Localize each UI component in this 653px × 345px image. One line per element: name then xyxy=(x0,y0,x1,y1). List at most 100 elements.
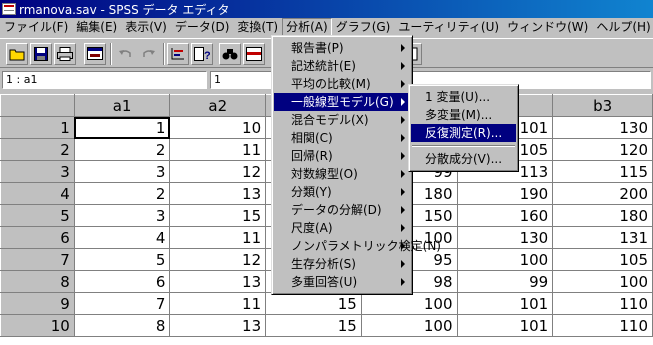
undo-icon[interactable] xyxy=(114,43,136,65)
menu-item-data-reduction[interactable]: データの分解(D) xyxy=(274,201,410,219)
submenu-arrow-icon xyxy=(401,62,405,70)
dialog-recall-icon[interactable] xyxy=(84,43,106,65)
find-binoculars-icon[interactable] xyxy=(219,43,241,65)
grid-cell[interactable]: 3 xyxy=(73,160,171,183)
goto-case-icon[interactable] xyxy=(167,43,189,65)
menu-help[interactable]: ヘルプ(H) xyxy=(592,18,653,37)
save-disk-icon[interactable] xyxy=(30,43,52,65)
menu-data[interactable]: データ(D) xyxy=(171,18,234,37)
grid-cell[interactable]: 130 xyxy=(456,226,554,249)
grid-cell[interactable]: 13 xyxy=(169,270,267,293)
grid-cell[interactable]: 200 xyxy=(552,182,653,205)
print-icon[interactable] xyxy=(54,43,76,65)
grid-cell[interactable]: 11 xyxy=(169,138,267,161)
grid-cell[interactable]: 15 xyxy=(169,204,267,227)
grid-cell[interactable]: 110 xyxy=(552,292,653,315)
grid-cell[interactable]: 100 xyxy=(456,248,554,271)
row-header[interactable]: 9 xyxy=(0,292,75,315)
row-header[interactable]: 7 xyxy=(0,248,75,271)
grid-cell[interactable]: 4 xyxy=(73,226,171,249)
grid-cell[interactable]: 160 xyxy=(456,204,554,227)
open-folder-icon[interactable] xyxy=(6,43,28,65)
menu-item-loglinear[interactable]: 対数線型(O) xyxy=(274,165,410,183)
variables-info-icon[interactable]: ? xyxy=(191,43,213,65)
grid-cell[interactable]: 115 xyxy=(552,160,653,183)
grid-cell[interactable]: 13 xyxy=(169,182,267,205)
grid-cell[interactable]: 100 xyxy=(552,270,653,293)
menu-item-descriptive-statistics[interactable]: 記述統計(E) xyxy=(274,57,410,75)
grid-cell[interactable]: 6 xyxy=(73,270,171,293)
menu-item-multiple-response[interactable]: 多重回答(U) xyxy=(274,273,410,291)
grid-cell[interactable]: 100 xyxy=(360,292,458,315)
menu-item-correlate[interactable]: 相関(C) xyxy=(274,129,410,147)
grid-cell[interactable]: 3 xyxy=(73,204,171,227)
menu-item-scale[interactable]: 尺度(A) xyxy=(274,219,410,237)
grid-cell[interactable]: 11 xyxy=(169,226,267,249)
grid-cell[interactable]: 120 xyxy=(552,138,653,161)
title-bar[interactable]: rmanova.sav - SPSS データ エディタ xyxy=(0,0,653,18)
submenu-arrow-icon xyxy=(401,134,405,142)
grid-cell[interactable]: 190 xyxy=(456,182,554,205)
menu-edit[interactable]: 編集(E) xyxy=(72,18,121,37)
repeated-measures-item[interactable]: 反復測定(R)... xyxy=(411,124,516,142)
grid-cell[interactable]: 101 xyxy=(456,292,554,315)
row-header[interactable]: 1 xyxy=(0,116,75,139)
menu-item-classify[interactable]: 分類(Y) xyxy=(274,183,410,201)
grid-cell[interactable]: 110 xyxy=(552,314,653,337)
submenu-arrow-icon xyxy=(401,170,405,178)
grid-cell[interactable]: 99 xyxy=(456,270,554,293)
grid-cell[interactable]: 12 xyxy=(169,160,267,183)
grid-cell[interactable]: 130 xyxy=(552,116,653,139)
row-header[interactable]: 8 xyxy=(0,270,75,293)
column-header[interactable]: a2 xyxy=(169,94,267,117)
corner-cell[interactable] xyxy=(0,94,75,117)
grid-cell[interactable]: 15 xyxy=(265,292,362,315)
grid-cell[interactable]: 1 xyxy=(73,116,171,139)
univariate-item[interactable]: 1 変量(U)... xyxy=(411,88,516,106)
grid-cell[interactable]: 5 xyxy=(73,248,171,271)
multivariate-item[interactable]: 多変量(M)... xyxy=(411,106,516,124)
insert-case-icon[interactable] xyxy=(243,43,265,65)
menu-view[interactable]: 表示(V) xyxy=(121,18,171,37)
redo-icon[interactable] xyxy=(138,43,160,65)
menu-item-mixed-models[interactable]: 混合モデル(X) xyxy=(274,111,410,129)
grid-cell[interactable]: 7 xyxy=(73,292,171,315)
grid-cell[interactable]: 180 xyxy=(552,204,653,227)
grid-cell[interactable]: 10 xyxy=(169,116,267,139)
grid-cell[interactable]: 2 xyxy=(73,138,171,161)
row-header[interactable]: 6 xyxy=(0,226,75,249)
menu-item-label: 回帰(R) xyxy=(291,149,333,163)
cell-reference: 1 : a1 xyxy=(2,71,207,89)
menu-item-survival[interactable]: 生存分析(S) xyxy=(274,255,410,273)
menu-file[interactable]: ファイル(F) xyxy=(0,18,72,37)
menu-item-label: 尺度(A) xyxy=(291,221,333,235)
submenu-arrow-icon xyxy=(401,224,405,232)
row-header[interactable]: 2 xyxy=(0,138,75,161)
menu-item-compare-means[interactable]: 平均の比較(M) xyxy=(274,75,410,93)
glm-submenu: 1 変量(U)... 多変量(M)... 反復測定(R)... 分散成分(V).… xyxy=(408,84,519,172)
row-header[interactable]: 4 xyxy=(0,182,75,205)
menu-item-regression[interactable]: 回帰(R) xyxy=(274,147,410,165)
column-header[interactable]: b3 xyxy=(552,94,653,117)
grid-cell[interactable]: 105 xyxy=(552,248,653,271)
menu-window[interactable]: ウィンドウ(W) xyxy=(503,18,592,37)
grid-cell[interactable]: 11 xyxy=(169,292,267,315)
grid-cell[interactable]: 12 xyxy=(169,248,267,271)
menu-item-general-linear-model[interactable]: 一般線型モデル(G) xyxy=(274,93,410,111)
variance-components-item[interactable]: 分散成分(V)... xyxy=(411,150,516,168)
column-header[interactable]: a1 xyxy=(73,94,171,117)
menu-item-label: ノンパラメトリック検定(N) xyxy=(291,239,441,253)
row-header[interactable]: 3 xyxy=(0,160,75,183)
grid-cell[interactable]: 8 xyxy=(73,314,171,337)
grid-cell[interactable]: 2 xyxy=(73,182,171,205)
row-header[interactable]: 5 xyxy=(0,204,75,227)
grid-cell[interactable]: 13 xyxy=(169,314,267,337)
grid-cell[interactable]: 100 xyxy=(360,314,458,337)
submenu-arrow-icon xyxy=(401,98,405,106)
grid-cell[interactable]: 101 xyxy=(456,314,554,337)
grid-cell[interactable]: 131 xyxy=(552,226,653,249)
grid-cell[interactable]: 15 xyxy=(265,314,362,337)
row-header[interactable]: 10 xyxy=(0,314,75,337)
menu-item-nonparametric-tests[interactable]: ノンパラメトリック検定(N) xyxy=(274,237,441,255)
menu-item-reports[interactable]: 報告書(P) xyxy=(274,39,410,57)
